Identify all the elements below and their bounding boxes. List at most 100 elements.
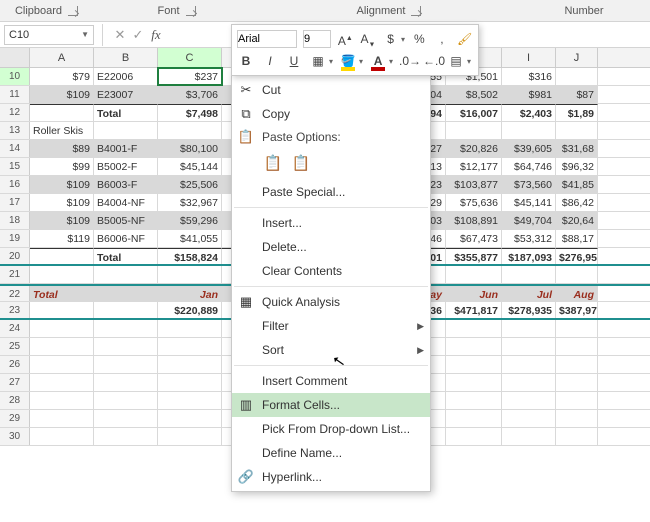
paste-option-values[interactable]: 📋 [290,152,312,174]
cell[interactable] [94,374,158,391]
increase-decimal-icon[interactable]: .0→ [399,52,417,70]
font-color-icon[interactable]: A [369,52,387,70]
cell[interactable]: $96,32 [556,158,598,175]
paste-option-default[interactable]: 📋 [262,152,284,174]
cell[interactable] [94,392,158,409]
bold-button[interactable]: B [237,52,255,70]
cell[interactable]: $109 [30,212,94,229]
row-header[interactable]: 11 [0,86,30,103]
menu-define-name[interactable]: Define Name... [232,441,430,465]
cell[interactable]: $20,826 [446,140,502,157]
menu-paste-special[interactable]: Paste Special... [232,180,430,204]
cell[interactable] [94,320,158,337]
row-header[interactable]: 26 [0,356,30,373]
fill-color-icon[interactable]: 🪣 [339,52,357,70]
cell[interactable]: $355,877 [446,248,502,264]
cell[interactable]: $99 [30,158,94,175]
fx-icon[interactable]: fx [147,27,165,43]
cell[interactable]: $39,605 [502,140,556,157]
cell[interactable] [556,410,598,427]
cell[interactable]: $158,824 [158,248,222,264]
row-header[interactable]: 15 [0,158,30,175]
cell[interactable] [556,266,598,283]
cell[interactable] [446,320,502,337]
col-header-A[interactable]: A [30,48,94,67]
cell[interactable]: B4004-NF [94,194,158,211]
cell[interactable] [446,428,502,445]
cell[interactable] [94,286,158,301]
font-name-select[interactable] [237,30,297,48]
row-header[interactable]: 25 [0,338,30,355]
cell[interactable] [30,104,94,121]
cell[interactable]: $31,68 [556,140,598,157]
menu-sort[interactable]: Sort▶ [232,338,430,362]
row-header[interactable]: 27 [0,374,30,391]
cell[interactable] [502,122,556,139]
cell[interactable]: B5005-NF [94,212,158,229]
merge-center-icon[interactable]: ▤ [447,52,465,70]
cell[interactable]: Total [94,104,158,121]
increase-font-icon[interactable]: A▲ [337,30,354,48]
font-size-select[interactable] [303,30,331,48]
comma-format-button[interactable]: , [434,30,451,48]
cancel-icon[interactable]: ✕ [111,27,129,43]
cell[interactable] [502,392,556,409]
select-all-cell[interactable] [0,48,30,67]
cell[interactable] [94,122,158,139]
row-header[interactable]: 21 [0,266,30,283]
cell[interactable] [158,320,222,337]
row-header[interactable]: 10 [0,68,30,85]
cell[interactable] [30,248,94,264]
cell[interactable] [502,320,556,337]
cell[interactable]: $53,312 [502,230,556,247]
cell[interactable] [94,266,158,283]
cell[interactable] [158,266,222,283]
cell[interactable] [446,266,502,283]
borders-icon[interactable]: ▦ [309,52,327,70]
cell[interactable]: $45,144 [158,158,222,175]
cell[interactable] [158,356,222,373]
chevron-down-icon[interactable]: ▼ [81,30,89,39]
cell[interactable]: $237 [158,68,222,85]
menu-quick-analysis[interactable]: ▦Quick Analysis [232,290,430,314]
cell[interactable]: $103,877 [446,176,502,193]
row-header[interactable]: 19 [0,230,30,247]
cell[interactable] [94,410,158,427]
row-header[interactable]: 30 [0,428,30,445]
row-header[interactable]: 28 [0,392,30,409]
cell[interactable]: $64,746 [502,158,556,175]
row-header[interactable]: 23 [0,302,30,318]
row-header[interactable]: 17 [0,194,30,211]
cell[interactable]: $387,97 [556,302,598,318]
cell[interactable] [30,302,94,318]
cell[interactable]: $20,64 [556,212,598,229]
row-header[interactable]: 14 [0,140,30,157]
cell[interactable] [30,320,94,337]
menu-clear-contents[interactable]: Clear Contents [232,259,430,283]
cell[interactable] [502,266,556,283]
italic-button[interactable]: I [261,52,279,70]
dialog-launcher-icon[interactable] [411,6,421,16]
row-header[interactable]: 22 [0,286,30,301]
cell[interactable]: B5002-F [94,158,158,175]
cell[interactable]: Total [94,248,158,264]
cell[interactable]: $2,403 [502,104,556,121]
cell[interactable] [502,338,556,355]
cell[interactable]: E23007 [94,86,158,103]
cell[interactable]: $278,935 [502,302,556,318]
cell[interactable] [94,356,158,373]
cell[interactable]: $471,817 [446,302,502,318]
cell[interactable]: $75,636 [446,194,502,211]
cell[interactable] [446,356,502,373]
decrease-font-icon[interactable]: A▼ [360,30,377,48]
cell[interactable]: $67,473 [446,230,502,247]
cell[interactable] [158,374,222,391]
cell[interactable]: Jul [502,286,556,301]
dialog-launcher-icon[interactable] [68,6,78,16]
col-header-C[interactable]: C [158,48,222,67]
cell[interactable]: $108,891 [446,212,502,229]
cell[interactable]: $316 [502,68,556,85]
cell[interactable] [158,392,222,409]
row-header[interactable]: 16 [0,176,30,193]
row-header[interactable]: 18 [0,212,30,229]
